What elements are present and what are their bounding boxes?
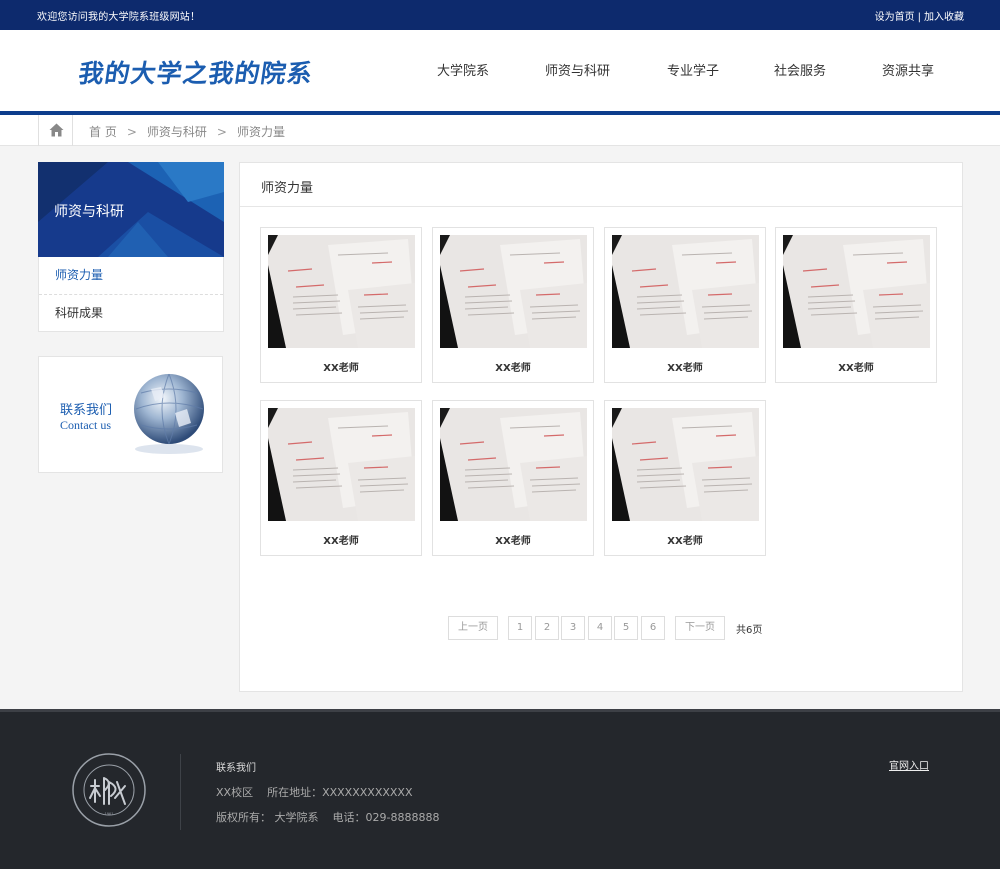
top-bar: 欢迎您访问我的大学院系班级网站！ 设为首页 | 加入收藏 (0, 0, 1000, 30)
site-logo[interactable]: 我的大学之我的院系 (76, 54, 315, 90)
breadcrumb-home[interactable]: 首 页 (89, 125, 117, 139)
breadcrumb-separator: > (216, 125, 227, 139)
university-seal-icon: 1961 (72, 753, 146, 827)
nav-item-resources[interactable]: 资源共享 (882, 60, 934, 79)
official-site-link[interactable]: 官网入口 (889, 757, 929, 772)
breadcrumb-current[interactable]: 师资力量 (237, 125, 285, 139)
sidebar-title: 师资与科研 (54, 204, 124, 220)
nav-item-social-service[interactable]: 社会服务 (774, 60, 826, 79)
contact-cn-label: 联系我们 (60, 403, 113, 418)
teacher-photo (612, 408, 759, 521)
teacher-name: XX老师 (838, 363, 874, 374)
welcome-text: 欢迎您访问我的大学院系班级网站！ (37, 12, 201, 23)
breadcrumb-separator: > (126, 125, 137, 139)
teacher-card[interactable]: XX老师 (604, 227, 766, 383)
teacher-card[interactable]: XX老师 (260, 400, 422, 556)
teacher-card[interactable]: XX老师 (260, 227, 422, 383)
teacher-photo (268, 408, 415, 521)
sidebar-item-faculty[interactable]: 师资力量 (39, 257, 223, 294)
site-header: 我的大学之我的院系 大学院系 师资与科研 专业学子 社会服务 资源共享 (0, 30, 1000, 111)
page-button[interactable]: 5 (614, 616, 638, 640)
content-header: 师资力量 (240, 163, 962, 207)
link-separator: | (917, 12, 921, 23)
page-button[interactable]: 2 (535, 616, 559, 640)
teacher-name: XX老师 (667, 363, 703, 374)
content-title: 师资力量 (261, 181, 314, 196)
footer-divider (180, 754, 181, 830)
nav-item-students[interactable]: 专业学子 (667, 60, 719, 79)
set-home-link[interactable]: 设为首页 (875, 12, 915, 23)
page-button[interactable]: 1 (508, 616, 532, 640)
teacher-photo (612, 235, 759, 348)
teacher-photo (783, 235, 930, 348)
teacher-name: XX老师 (323, 363, 359, 374)
globe-icon (134, 373, 204, 454)
sidebar-banner: 师资与科研 (38, 162, 224, 257)
page-total: 共6页 (736, 625, 763, 636)
breadcrumb: 首 页 > 师资与科研 > 师资力量 (89, 123, 285, 140)
page-button[interactable]: 3 (561, 616, 585, 640)
teacher-photo (440, 235, 587, 348)
teacher-name: XX老师 (323, 536, 359, 547)
contact-en-label: Contact us (60, 418, 111, 432)
home-icon (49, 123, 64, 137)
teacher-card[interactable]: XX老师 (432, 227, 594, 383)
svg-text:1961: 1961 (105, 811, 115, 816)
footer-campus: XX校区 (216, 786, 254, 799)
sidebar-item-research[interactable]: 科研成果 (39, 295, 223, 332)
next-page-button[interactable]: 下一页 (675, 616, 725, 640)
teacher-card[interactable]: XX老师 (604, 400, 766, 556)
teacher-card[interactable]: XX老师 (775, 227, 937, 383)
footer-phone: 电话：029-8888888 (332, 811, 440, 824)
breadcrumb-faculty-research[interactable]: 师资与科研 (147, 125, 207, 139)
home-button[interactable] (38, 115, 73, 146)
site-footer: 1961 联系我们 XX校区 所在地址：XXXXXXXXXXXX 版权所有： 大学… (0, 709, 1000, 869)
page-button[interactable]: 6 (641, 616, 665, 640)
footer-address-line: XX校区 所在地址：XXXXXXXXXXXX (216, 784, 413, 800)
teacher-name: XX老师 (495, 536, 531, 547)
teacher-card[interactable]: XX老师 (432, 400, 594, 556)
nav-item-departments[interactable]: 大学院系 (437, 60, 489, 79)
footer-copyright-line: 版权所有： 大学院系 电话：029-8888888 (216, 809, 439, 825)
nav-item-faculty-research[interactable]: 师资与科研 (545, 60, 610, 79)
page-button[interactable]: 4 (588, 616, 612, 640)
top-links: 设为首页 | 加入收藏 (875, 8, 964, 23)
add-favorite-link[interactable]: 加入收藏 (924, 12, 964, 23)
breadcrumb-bar: 首 页 > 师资与科研 > 师资力量 (0, 115, 1000, 146)
footer-contact-title: 联系我们 (216, 763, 256, 774)
teacher-name: XX老师 (667, 536, 703, 547)
contact-us-banner[interactable]: 联系我们 Contact us (38, 356, 223, 473)
prev-page-button[interactable]: 上一页 (448, 616, 498, 640)
teacher-photo (268, 235, 415, 348)
teacher-name: XX老师 (495, 363, 531, 374)
footer-address: 所在地址：XXXXXXXXXXXX (267, 786, 413, 799)
teacher-photo (440, 408, 587, 521)
footer-copyright: 版权所有： 大学院系 (216, 811, 319, 824)
